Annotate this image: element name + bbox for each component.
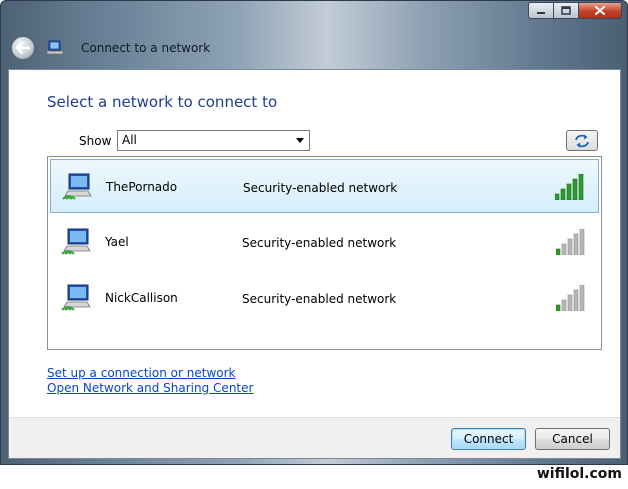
- network-name: Yael: [105, 235, 129, 249]
- signal-bar: [561, 243, 567, 255]
- signal-bar: [556, 248, 561, 255]
- wireless-network-icon: [61, 228, 91, 255]
- signal-bar: [555, 193, 560, 200]
- cancel-button[interactable]: Cancel: [535, 428, 610, 450]
- signal-bar: [579, 229, 585, 255]
- dialog-footer: Connect Cancel: [9, 417, 620, 458]
- network-name: NickCallison: [105, 291, 178, 305]
- wireless-network-icon: [62, 173, 92, 200]
- maximize-button[interactable]: [553, 2, 579, 19]
- show-label: Show: [79, 134, 112, 148]
- window-title: Connect to a network: [81, 41, 211, 55]
- network-name: ThePornado: [106, 180, 178, 194]
- network-security: Security-enabled network: [243, 181, 398, 195]
- close-icon: [595, 6, 605, 15]
- refresh-button[interactable]: [566, 130, 598, 151]
- dialog-content: Select a network to connect to Show All: [8, 69, 621, 459]
- signal-bar: [579, 285, 585, 311]
- signal-bar: [560, 188, 566, 200]
- connect-button[interactable]: Connect: [451, 428, 526, 450]
- signal-bar: [556, 304, 561, 311]
- signal-bar: [578, 174, 584, 200]
- wireless-network-icon: [61, 284, 91, 311]
- network-row[interactable]: Yael Security-enabled network: [50, 215, 599, 269]
- signal-strength-icon: [556, 285, 585, 311]
- maximize-icon: [561, 6, 571, 15]
- network-row[interactable]: NickCallison Security-enabled network: [50, 271, 599, 325]
- show-filter-select[interactable]: All: [117, 130, 310, 151]
- setup-connection-link[interactable]: Set up a connection or network: [47, 366, 253, 381]
- back-button[interactable]: [11, 36, 35, 60]
- minimize-icon: [537, 11, 545, 14]
- network-icon: [46, 40, 64, 55]
- signal-bar: [561, 299, 567, 311]
- signal-strength-icon: [556, 229, 585, 255]
- back-arrow-icon: [16, 42, 30, 54]
- close-button[interactable]: [578, 2, 622, 19]
- signal-bar: [573, 289, 579, 311]
- signal-bar: [567, 238, 573, 255]
- network-security: Security-enabled network: [242, 292, 397, 306]
- minimize-button[interactable]: [528, 2, 554, 19]
- signal-strength-icon: [555, 174, 584, 200]
- refresh-icon: [575, 134, 589, 147]
- link-group: Set up a connection or network Open Netw…: [47, 366, 253, 396]
- page-title: Select a network to connect to: [47, 93, 278, 111]
- caption-buttons: [528, 2, 622, 19]
- network-security: Security-enabled network: [242, 236, 397, 250]
- watermark: wifilol.com: [536, 466, 622, 482]
- signal-bar: [573, 233, 579, 255]
- signal-bar: [566, 183, 572, 200]
- signal-bar: [567, 294, 573, 311]
- network-list[interactable]: ThePornado Security-enabled network Yael…: [47, 156, 602, 350]
- signal-bar: [572, 178, 578, 200]
- sharing-center-link[interactable]: Open Network and Sharing Center: [47, 381, 253, 396]
- title-bar: Connect to a network: [1, 1, 627, 69]
- chevron-down-icon: [296, 138, 304, 143]
- network-row[interactable]: ThePornado Security-enabled network: [50, 159, 599, 213]
- dialog-window: Connect to a network Select a network to…: [0, 0, 628, 465]
- show-filter-value: All: [122, 133, 137, 147]
